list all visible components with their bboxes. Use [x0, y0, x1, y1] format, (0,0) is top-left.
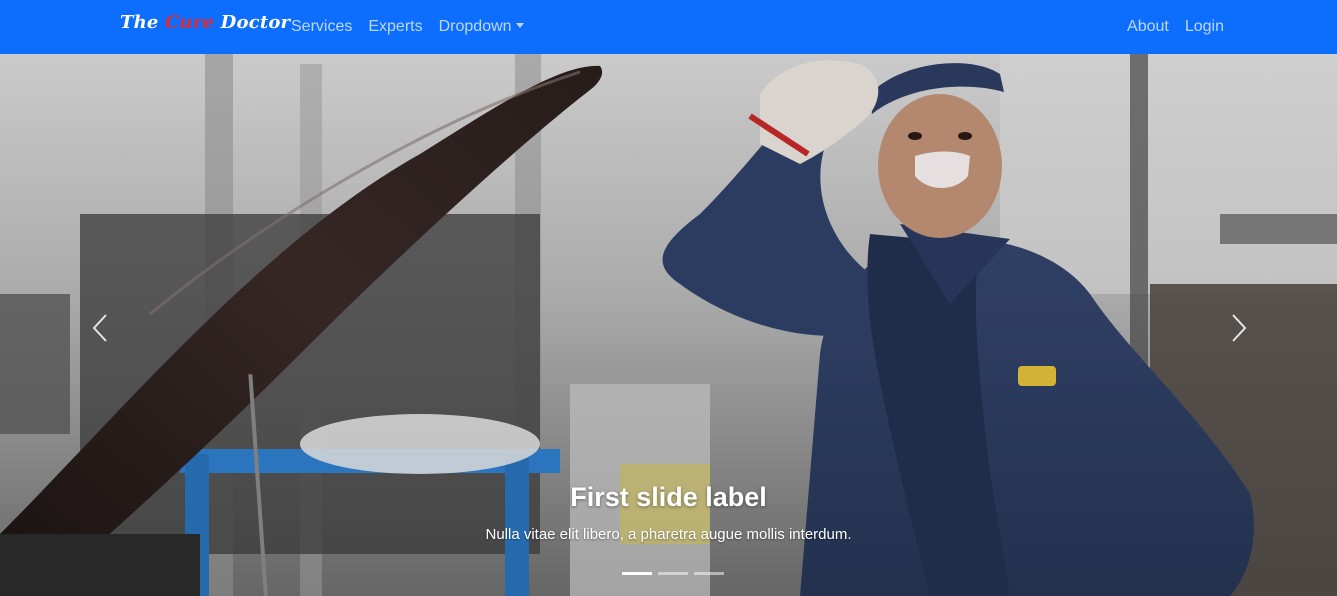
carousel-indicator-2[interactable] [658, 572, 688, 575]
carousel-indicator-3[interactable] [694, 572, 724, 575]
carousel-prev-button[interactable] [0, 54, 200, 596]
navbar: The Cure Doctor Services Experts Dropdow… [0, 0, 1337, 54]
hero-carousel: First slide label Nulla vitae elit liber… [0, 54, 1337, 596]
carousel-indicator-1[interactable] [622, 572, 652, 575]
nav-main-links: Services Experts Dropdown [291, 0, 524, 54]
carousel-next-button[interactable] [1137, 54, 1337, 596]
caret-down-icon [515, 23, 524, 28]
brand-part-3: Doctor [214, 12, 291, 33]
carousel-indicators [622, 572, 730, 575]
nav-user-links: About Login [1127, 0, 1224, 54]
brand-part-1: The [120, 12, 166, 33]
chevron-right-icon [1232, 314, 1247, 342]
brand-part-2: Cure [165, 12, 215, 33]
nav-link-login[interactable]: Login [1185, 18, 1224, 36]
nav-link-experts[interactable]: Experts [368, 18, 422, 36]
nav-link-about[interactable]: About [1127, 18, 1169, 36]
chevron-left-icon [92, 314, 107, 342]
nav-link-services[interactable]: Services [291, 18, 352, 36]
nav-dropdown-toggle[interactable]: Dropdown [439, 18, 524, 36]
brand-logo[interactable]: The Cure Doctor [120, 12, 290, 33]
nav-dropdown-label: Dropdown [438, 18, 512, 35]
